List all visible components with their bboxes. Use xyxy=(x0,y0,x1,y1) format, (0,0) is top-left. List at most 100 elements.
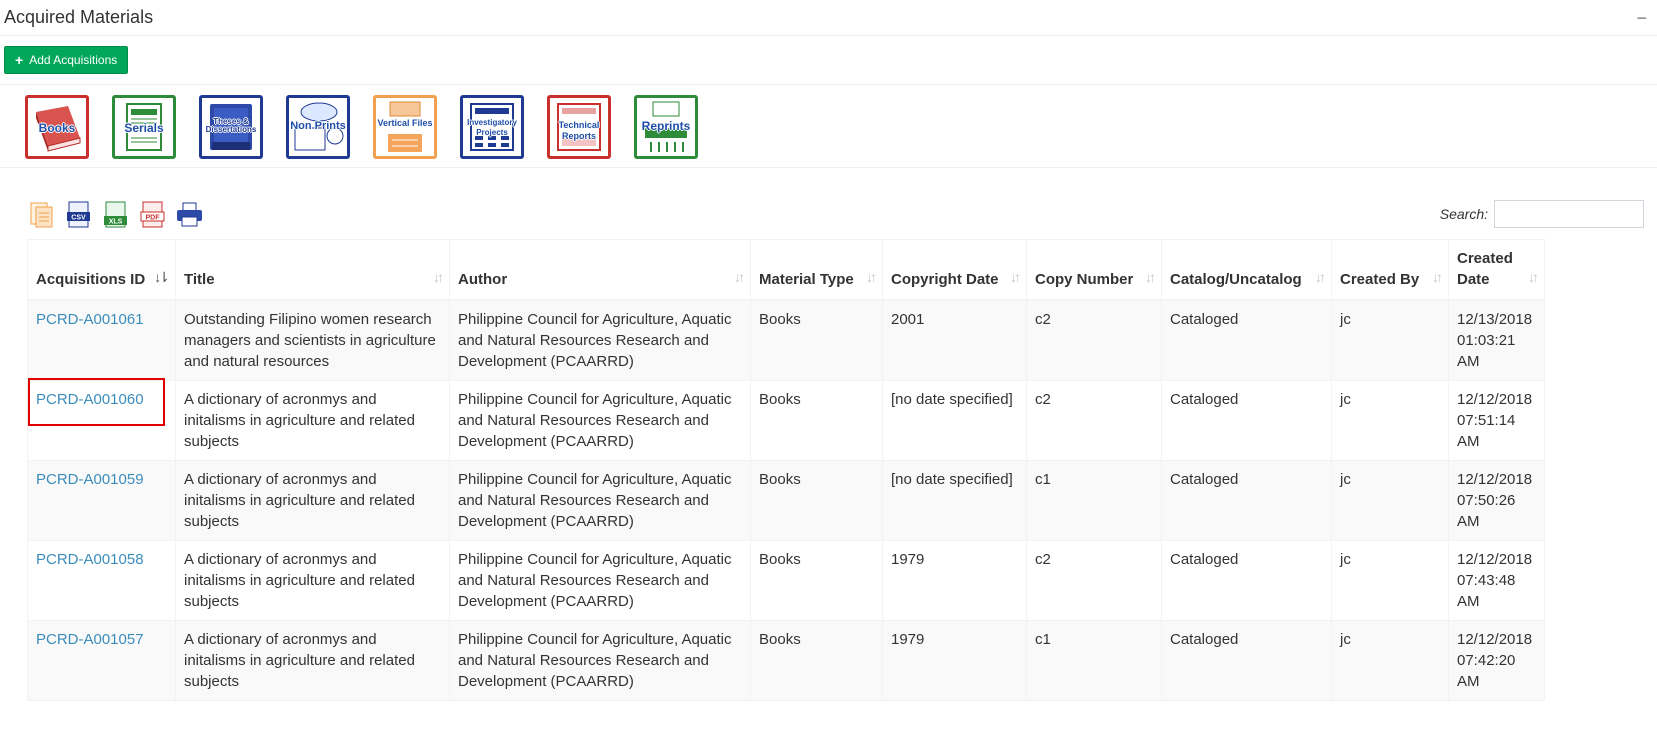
category-reprints[interactable]: Reprints xyxy=(634,95,698,159)
sort-icon: ↓↑ xyxy=(1432,269,1443,285)
cell-created-date: 12/13/2018 01:03:21 AM xyxy=(1448,299,1545,381)
column-label: Catalog/Uncatalog xyxy=(1170,271,1302,288)
toolbar: + Add Acquisitions xyxy=(0,36,1657,85)
table-header-row: Acquisitions ID ↓⇂ Title ↓↑ Author ↓↑ Mater… xyxy=(27,239,1545,301)
search-label: Search: xyxy=(1439,206,1488,222)
cell-copyright-date: 2001 xyxy=(882,299,1027,381)
sort-icon: ↓↑ xyxy=(1145,269,1156,285)
column-header-catalog[interactable]: Catalog/Uncatalog ↓↑ xyxy=(1161,239,1332,301)
column-header-created-by[interactable]: Created By ↓↑ xyxy=(1331,239,1449,301)
cell-created-by: jc xyxy=(1331,620,1449,701)
table-row: PCRD-A001058 A dictionary of acronmys an… xyxy=(27,540,1545,621)
cell-acquisitions-id: PCRD-A001057 xyxy=(27,620,176,701)
cell-created-by: jc xyxy=(1331,299,1449,381)
cell-author: Philippine Council for Agriculture, Aqua… xyxy=(449,299,751,381)
category-technical-reports[interactable]: Technical Reports xyxy=(547,95,611,159)
column-header-material-type[interactable]: Material Type ↓↑ xyxy=(750,239,883,301)
search-input[interactable] xyxy=(1494,200,1644,228)
cell-copy-number: c2 xyxy=(1026,540,1162,621)
cell-acquisitions-id: PCRD-A001060 xyxy=(27,380,176,461)
cell-title: A dictionary of acronmys and initalisms … xyxy=(175,620,450,701)
xls-icon[interactable]: XLS xyxy=(101,200,130,229)
column-header-acquisitions-id[interactable]: Acquisitions ID ↓⇂ xyxy=(27,239,176,301)
acquisition-id-link[interactable]: PCRD-A001057 xyxy=(36,631,144,648)
cell-title: Outstanding Filipino women research mana… xyxy=(175,299,450,381)
collapse-icon[interactable]: − xyxy=(1636,9,1647,27)
cell-catalog: Cataloged xyxy=(1161,620,1332,701)
cell-catalog: Cataloged xyxy=(1161,460,1332,541)
cell-material-type: Books xyxy=(750,620,883,701)
cell-copyright-date: [no date specified] xyxy=(882,460,1027,541)
cell-material-type: Books xyxy=(750,299,883,381)
cell-title: A dictionary of acronmys and initalisms … xyxy=(175,540,450,621)
category-books[interactable]: Books xyxy=(25,95,89,159)
category-label: Reprints xyxy=(641,119,691,133)
category-label: Non Prints xyxy=(290,120,346,132)
column-header-title[interactable]: Title ↓↑ xyxy=(175,239,450,301)
add-acquisitions-button[interactable]: + Add Acquisitions xyxy=(4,46,129,74)
csv-icon-text: CSV xyxy=(71,215,86,222)
acquisition-id-link[interactable]: PCRD-A001061 xyxy=(36,311,144,328)
panel-title: Acquired Materials xyxy=(4,7,154,27)
category-label: Investigatory Projects xyxy=(467,118,517,137)
sort-icon: ↓↑ xyxy=(1528,269,1539,285)
category-non-prints[interactable]: Non Prints xyxy=(286,95,350,159)
sort-icon: ↓↑ xyxy=(1315,269,1326,285)
cell-title: A dictionary of acronmys and initalisms … xyxy=(175,460,450,541)
column-header-created-date[interactable]: Created Date ↓↑ xyxy=(1448,239,1545,301)
cell-created-date: 12/12/2018 07:50:26 AM xyxy=(1448,460,1545,541)
category-label: Vertical Files xyxy=(377,118,433,128)
copy-icon[interactable] xyxy=(27,200,56,229)
cell-author: Philippine Council for Agriculture, Aqua… xyxy=(449,380,751,461)
category-label: Books xyxy=(38,121,76,135)
pdf-icon-text: PDF xyxy=(146,215,161,222)
category-investigatory-projects[interactable]: Investigatory Projects xyxy=(460,95,524,159)
column-label: Created Date xyxy=(1457,250,1513,288)
cell-material-type: Books xyxy=(750,460,883,541)
cell-material-type: Books xyxy=(750,540,883,621)
plus-icon: + xyxy=(15,52,24,68)
cell-created-by: jc xyxy=(1331,540,1449,621)
cell-copyright-date: 1979 xyxy=(882,620,1027,701)
cell-catalog: Cataloged xyxy=(1161,540,1332,621)
cell-created-date: 12/12/2018 07:43:48 AM xyxy=(1448,540,1545,621)
cell-created-date: 12/12/2018 07:42:20 AM xyxy=(1448,620,1545,701)
export-buttons: CSV XLS PDF xyxy=(27,200,204,229)
pdf-icon[interactable]: PDF xyxy=(138,200,167,229)
sort-desc-icon: ↓⇂ xyxy=(154,269,170,285)
table-row: PCRD-A001059 A dictionary of acronmys an… xyxy=(27,460,1545,541)
acquisition-id-link[interactable]: PCRD-A001058 xyxy=(36,551,144,568)
category-serials[interactable]: Serials xyxy=(112,95,176,159)
print-icon[interactable] xyxy=(175,200,204,229)
column-header-copyright-date[interactable]: Copyright Date ↓↑ xyxy=(882,239,1027,301)
sort-icon: ↓↑ xyxy=(866,269,877,285)
cell-acquisitions-id: PCRD-A001061 xyxy=(27,299,176,381)
column-header-copy-number[interactable]: Copy Number ↓↑ xyxy=(1026,239,1162,301)
cell-copy-number: c1 xyxy=(1026,460,1162,541)
cell-author: Philippine Council for Agriculture, Aqua… xyxy=(449,620,751,701)
column-label: Copyright Date xyxy=(891,271,999,288)
table-row: PCRD-A001057 A dictionary of acronmys an… xyxy=(27,620,1545,701)
csv-icon[interactable]: CSV xyxy=(64,200,93,229)
cell-copyright-date: 1979 xyxy=(882,540,1027,621)
column-label: Acquisitions ID xyxy=(36,271,146,288)
cell-catalog: Cataloged xyxy=(1161,380,1332,461)
cell-created-date: 12/12/2018 07:51:14 AM xyxy=(1448,380,1545,461)
sort-icon: ↓↑ xyxy=(433,269,444,285)
category-label: Serials xyxy=(124,121,164,135)
panel-header: Acquired Materials − xyxy=(0,0,1657,36)
search-box: Search: xyxy=(1440,200,1644,228)
cell-copy-number: c2 xyxy=(1026,299,1162,381)
category-theses[interactable]: Theses & Dissertations xyxy=(199,95,263,159)
column-label: Material Type xyxy=(759,271,854,288)
add-acquisitions-label: Add Acquisitions xyxy=(29,53,118,67)
category-label: Technical Reports xyxy=(558,120,600,141)
cell-copy-number: c1 xyxy=(1026,620,1162,701)
acquisition-id-link[interactable]: PCRD-A001059 xyxy=(36,471,144,488)
column-label: Copy Number xyxy=(1035,271,1134,288)
acquisition-id-link[interactable]: PCRD-A001060 xyxy=(36,391,144,408)
category-vertical-files[interactable]: Vertical Files xyxy=(373,95,437,159)
cell-copyright-date: [no date specified] xyxy=(882,380,1027,461)
column-header-author[interactable]: Author ↓↑ xyxy=(449,239,751,301)
xls-icon-text: XLS xyxy=(109,219,123,226)
